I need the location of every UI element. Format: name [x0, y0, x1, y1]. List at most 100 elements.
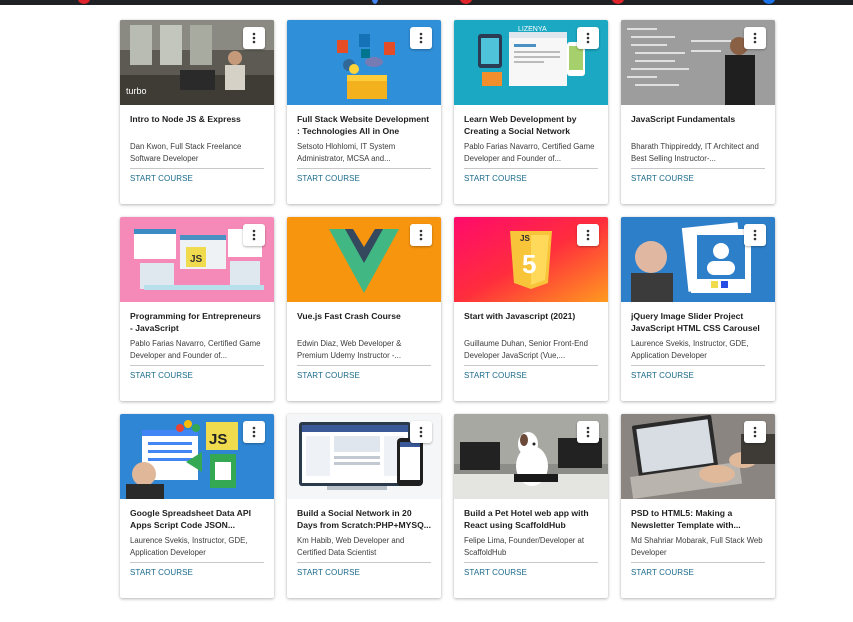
more-options-button[interactable] [243, 421, 265, 443]
course-card[interactable]: Vue.js Fast Crash Course Edwin Diaz, Web… [287, 217, 441, 401]
course-author: Guillaume Duhan, Senior Front-End Develo… [464, 339, 588, 360]
course-author: Edwin Diaz, Web Developer & Premium Udem… [297, 339, 402, 360]
course-card[interactable]: JavaScript Fundamentals Bharath Thippire… [621, 20, 775, 204]
course-author: Felipe Lima, Founder/Developer at Scaffo… [464, 536, 585, 557]
course-title[interactable]: Google Spreadsheet Data API Apps Script … [130, 508, 264, 531]
start-course-button[interactable]: START COURSE [631, 371, 765, 380]
start-course-button[interactable]: START COURSE [130, 174, 264, 183]
more-vert-icon [586, 229, 590, 241]
start-course-button[interactable]: START COURSE [464, 174, 598, 183]
course-thumbnail[interactable] [621, 20, 775, 105]
turbo-logo: turbo [126, 86, 147, 96]
divider [464, 168, 598, 169]
course-card[interactable]: JS Programming for Entrepreneurs - JavaS… [120, 217, 274, 401]
more-vert-icon [419, 229, 423, 241]
course-author: Laurence Svekis, Instructor, GDE, Applic… [631, 339, 749, 360]
course-thumbnail[interactable] [621, 217, 775, 302]
js-logo: JS [209, 431, 227, 448]
more-options-button[interactable] [577, 421, 599, 443]
js-shield-icon: 5 [522, 249, 536, 279]
divider [464, 562, 598, 563]
course-thumbnail[interactable]: turbo [120, 20, 274, 105]
course-title[interactable]: PSD to HTML5: Making a Newsletter Templa… [631, 508, 765, 531]
course-card[interactable]: JS Google Spreadsheet Data API Apps Scri… [120, 414, 274, 598]
course-title[interactable]: Build a Social Network in 20 Days from S… [297, 508, 431, 531]
course-author: Laurence Svekis, Instructor, GDE, Applic… [130, 536, 248, 557]
start-course-button[interactable]: START COURSE [130, 371, 264, 380]
more-vert-icon [753, 32, 757, 44]
course-card[interactable]: LIZENYA Learn Web Development by Creatin… [454, 20, 608, 204]
course-thumbnail[interactable]: JS [120, 414, 274, 499]
more-options-button[interactable] [577, 224, 599, 246]
bookmark-icon[interactable] [372, 0, 378, 4]
course-thumbnail[interactable] [287, 217, 441, 302]
more-options-button[interactable] [577, 27, 599, 49]
course-author: Bharath Thippireddy, IT Architect and Be… [631, 142, 759, 163]
course-title[interactable]: Intro to Node JS & Express [130, 114, 264, 137]
js-logo: JS [190, 254, 203, 265]
start-course-button[interactable]: START COURSE [631, 174, 765, 183]
course-author: Setsoto Hlohlomi, IT System Administrato… [297, 142, 396, 163]
course-title[interactable]: Build a Pet Hotel web app with React usi… [464, 508, 598, 531]
course-thumbnail[interactable]: JS 5 [454, 217, 608, 302]
course-thumbnail[interactable] [454, 414, 608, 499]
course-thumbnail[interactable] [287, 20, 441, 105]
course-title[interactable]: JavaScript Fundamentals [631, 114, 765, 137]
divider [631, 365, 765, 366]
course-title[interactable]: Start with Javascript (2021) [464, 311, 598, 334]
zenva-logo: LIZENYA [518, 26, 547, 33]
divider [464, 365, 598, 366]
divider [297, 365, 431, 366]
more-vert-icon [419, 32, 423, 44]
js-logo: JS [520, 234, 530, 243]
more-options-button[interactable] [243, 224, 265, 246]
course-author: Pablo Farias Navarro, Certified Game Dev… [130, 339, 261, 360]
course-card[interactable]: turbo Intro to Node JS & Express Dan Kwo… [120, 20, 274, 204]
divider [297, 168, 431, 169]
course-thumbnail[interactable]: LIZENYA [454, 20, 608, 105]
youtube-icon[interactable] [460, 0, 472, 4]
start-course-button[interactable]: START COURSE [297, 568, 431, 577]
course-card[interactable]: Build a Pet Hotel web app with React usi… [454, 414, 608, 598]
more-vert-icon [586, 32, 590, 44]
start-course-button[interactable]: START COURSE [297, 371, 431, 380]
course-title[interactable]: Learn Web Development by Creating a Soci… [464, 114, 598, 137]
course-card[interactable]: Build a Social Network in 20 Days from S… [287, 414, 441, 598]
more-options-button[interactable] [243, 27, 265, 49]
course-title[interactable]: Programming for Entrepreneurs - JavaScri… [130, 311, 264, 334]
start-course-button[interactable]: START COURSE [130, 568, 264, 577]
course-grid: turbo Intro to Node JS & Express Dan Kwo… [120, 20, 775, 598]
more-options-button[interactable] [744, 27, 766, 49]
course-title[interactable]: Full Stack Website Development : Technol… [297, 114, 431, 137]
course-card[interactable]: JS 5 Start with Javascript (2021) Guilla… [454, 217, 608, 401]
more-options-button[interactable] [744, 224, 766, 246]
more-vert-icon [252, 32, 256, 44]
course-title[interactable]: jQuery Image Slider Project JavaScript H… [631, 311, 765, 334]
youtube-icon[interactable] [612, 0, 624, 4]
divider [631, 168, 765, 169]
course-card[interactable]: jQuery Image Slider Project JavaScript H… [621, 217, 775, 401]
course-thumbnail[interactable] [287, 414, 441, 499]
course-author: Dan Kwon, Full Stack Freelance Software … [130, 142, 242, 163]
youtube-icon[interactable] [78, 0, 90, 4]
course-author: Km Habib, Web Developer and Certified Da… [297, 536, 405, 557]
more-options-button[interactable] [410, 224, 432, 246]
course-author: Md Shahriar Mobarak, Full Stack Web Deve… [631, 536, 763, 557]
course-author: Pablo Farias Navarro, Certified Game Dev… [464, 142, 595, 163]
start-course-button[interactable]: START COURSE [631, 568, 765, 577]
start-course-button[interactable]: START COURSE [464, 371, 598, 380]
course-thumbnail[interactable]: JS [120, 217, 274, 302]
divider [631, 562, 765, 563]
facebook-icon[interactable] [763, 0, 775, 4]
more-options-button[interactable] [410, 27, 432, 49]
course-thumbnail[interactable] [621, 414, 775, 499]
more-vert-icon [753, 426, 757, 438]
course-card[interactable]: Full Stack Website Development : Technol… [287, 20, 441, 204]
course-title[interactable]: Vue.js Fast Crash Course [297, 311, 431, 334]
more-vert-icon [586, 426, 590, 438]
more-options-button[interactable] [410, 421, 432, 443]
start-course-button[interactable]: START COURSE [464, 568, 598, 577]
course-card[interactable]: PSD to HTML5: Making a Newsletter Templa… [621, 414, 775, 598]
start-course-button[interactable]: START COURSE [297, 174, 431, 183]
more-options-button[interactable] [744, 421, 766, 443]
